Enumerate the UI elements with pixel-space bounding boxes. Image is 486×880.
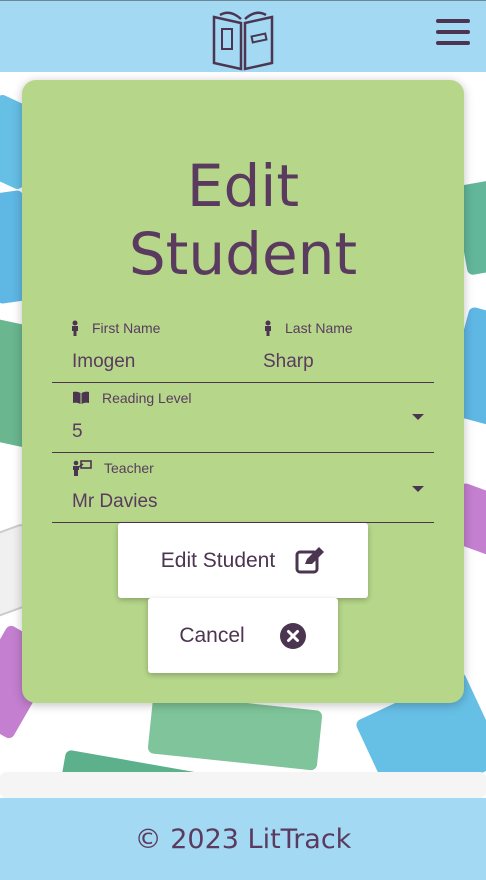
dropdown-caret-icon[interactable] xyxy=(412,486,424,492)
app-header xyxy=(0,0,486,72)
last-name-value[interactable]: Sharp xyxy=(263,351,314,373)
edit-icon xyxy=(295,546,325,573)
close-circle-icon xyxy=(279,622,306,649)
hamburger-menu-icon[interactable] xyxy=(436,19,470,49)
first-name-value[interactable]: Imogen xyxy=(72,351,135,373)
edit-student-card: Edit Student First Name Imogen Last Name … xyxy=(22,80,464,703)
reading-level-label: Reading Level xyxy=(102,390,192,406)
cancel-button-label: Cancel xyxy=(179,623,245,647)
open-book-icon[interactable] xyxy=(208,7,278,73)
edit-student-button-label: Edit Student xyxy=(160,548,276,572)
teacher-value[interactable]: Mr Davies xyxy=(72,491,158,513)
teacher-label: Teacher xyxy=(104,460,154,476)
dropdown-caret-icon[interactable] xyxy=(412,414,424,420)
footer-copyright: © 2023 LitTrack xyxy=(134,823,352,855)
first-name-field[interactable]: First Name Imogen xyxy=(52,320,243,383)
last-name-label: Last Name xyxy=(285,320,353,336)
last-name-field[interactable]: Last Name Sharp xyxy=(243,320,434,383)
reading-level-select[interactable]: Reading Level 5 xyxy=(52,390,434,453)
cancel-button[interactable]: Cancel xyxy=(148,598,338,673)
app-footer: © 2023 LitTrack xyxy=(0,798,486,880)
book-icon xyxy=(73,391,89,404)
person-icon xyxy=(265,320,271,336)
teacher-icon xyxy=(73,460,92,476)
teacher-select[interactable]: Teacher Mr Davies xyxy=(52,460,434,523)
first-name-label: First Name xyxy=(92,320,161,336)
person-icon xyxy=(72,320,78,336)
page-title: Edit Student xyxy=(128,152,358,288)
edit-student-button[interactable]: Edit Student xyxy=(118,523,368,598)
reading-level-value[interactable]: 5 xyxy=(72,421,83,443)
